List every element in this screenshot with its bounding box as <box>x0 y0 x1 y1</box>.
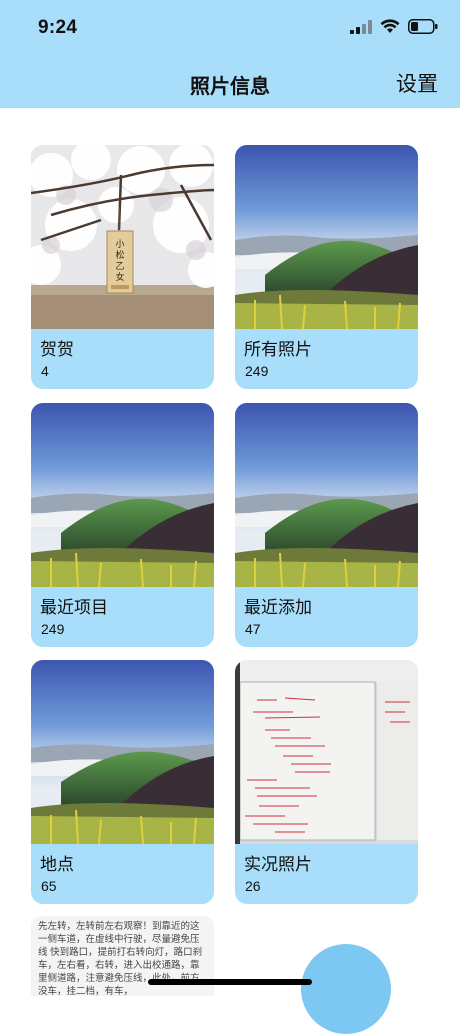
album-name: 实况照片 <box>244 855 312 874</box>
album-card[interactable]: 地点 65 <box>31 660 214 904</box>
album-thumbnail <box>235 403 418 587</box>
battery-icon <box>408 19 438 34</box>
status-time: 9:24 <box>38 17 78 38</box>
album-name: 最近项目 <box>40 598 108 617</box>
home-indicator <box>148 979 312 985</box>
top-bar: 9:24 照片信息 设置 <box>0 0 460 108</box>
album-name: 地点 <box>40 855 74 874</box>
album-card[interactable]: 最近项目 249 <box>31 403 214 647</box>
album-thumbnail <box>235 145 418 329</box>
album-name: 贺贺 <box>40 340 74 359</box>
status-icons <box>350 19 438 34</box>
page-title: 照片信息 <box>190 76 270 98</box>
svg-text:乙: 乙 <box>115 261 124 272</box>
album-count: 47 <box>245 621 261 637</box>
album-thumbnail <box>235 660 418 844</box>
settings-button[interactable]: 设置 <box>396 68 438 98</box>
album-count: 249 <box>41 621 65 637</box>
album-count: 26 <box>245 878 261 894</box>
album-card[interactable]: 实况照片 26 <box>235 660 418 904</box>
cellular-signal-icon <box>350 19 372 34</box>
album-card[interactable]: 小 松 乙 女 贺贺 4 <box>31 145 214 389</box>
svg-text:松: 松 <box>115 249 124 261</box>
album-count: 249 <box>245 363 269 379</box>
album-card[interactable]: 最近添加 47 <box>235 403 418 647</box>
svg-text:女: 女 <box>115 271 124 283</box>
album-thumbnail: 小 松 乙 女 <box>31 145 214 329</box>
album-card[interactable]: 所有照片 249 <box>235 145 418 389</box>
album-thumbnail <box>31 660 214 844</box>
svg-text:小: 小 <box>115 239 124 250</box>
album-count: 4 <box>41 363 49 379</box>
album-count: 65 <box>41 878 57 894</box>
wifi-icon <box>380 19 400 33</box>
album-name: 所有照片 <box>244 340 312 359</box>
album-name: 最近添加 <box>244 598 312 617</box>
album-thumbnail <box>31 403 214 587</box>
floating-action-button[interactable] <box>301 944 391 1034</box>
